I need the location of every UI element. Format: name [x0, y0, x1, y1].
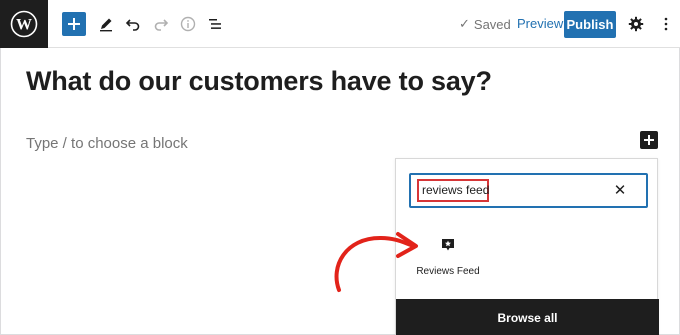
info-icon: [180, 16, 196, 32]
wordpress-logo-button[interactable]: W: [0, 0, 48, 48]
block-placeholder[interactable]: Type / to choose a block: [26, 135, 188, 152]
options-button[interactable]: [654, 12, 678, 36]
details-button[interactable]: [176, 12, 200, 36]
plus-icon: [644, 135, 654, 145]
close-icon[interactable]: ✕: [611, 181, 629, 199]
publish-button[interactable]: Publish: [564, 11, 616, 38]
check-icon: ✓: [459, 16, 470, 31]
redo-button[interactable]: [149, 12, 173, 36]
gear-icon: [628, 16, 644, 32]
svg-text:W: W: [16, 17, 32, 34]
block-inserter-toggle[interactable]: [640, 131, 658, 149]
search-input-value: reviews feed: [422, 183, 490, 197]
more-vertical-icon: [664, 17, 668, 31]
saved-status: ✓ Saved: [459, 16, 511, 32]
undo-button[interactable]: [121, 12, 145, 36]
undo-icon: [125, 19, 140, 31]
wordpress-icon: W: [10, 10, 38, 38]
editor-toolbar: W ✓ Saved Preview Publish: [0, 0, 680, 48]
add-block-button[interactable]: [62, 12, 86, 36]
settings-button[interactable]: [624, 12, 648, 36]
post-title[interactable]: What do our customers have to say?: [26, 66, 492, 97]
block-search-input[interactable]: reviews feed ✕: [409, 173, 648, 208]
saved-label: Saved: [473, 16, 511, 32]
annotation-arrow-icon: [334, 232, 418, 292]
redo-icon: [154, 19, 169, 31]
pencil-icon: [100, 18, 112, 32]
plus-icon: [68, 18, 80, 30]
list-view-button[interactable]: [203, 12, 227, 36]
block-inserter-popover: reviews feed ✕ Reviews Feed Browse all: [395, 158, 659, 335]
list-view-icon: [209, 19, 221, 29]
tools-button[interactable]: [94, 12, 118, 36]
reviews-feed-icon: [442, 239, 454, 251]
preview-button[interactable]: Preview: [517, 16, 563, 31]
browse-all-button[interactable]: Browse all: [396, 299, 659, 335]
